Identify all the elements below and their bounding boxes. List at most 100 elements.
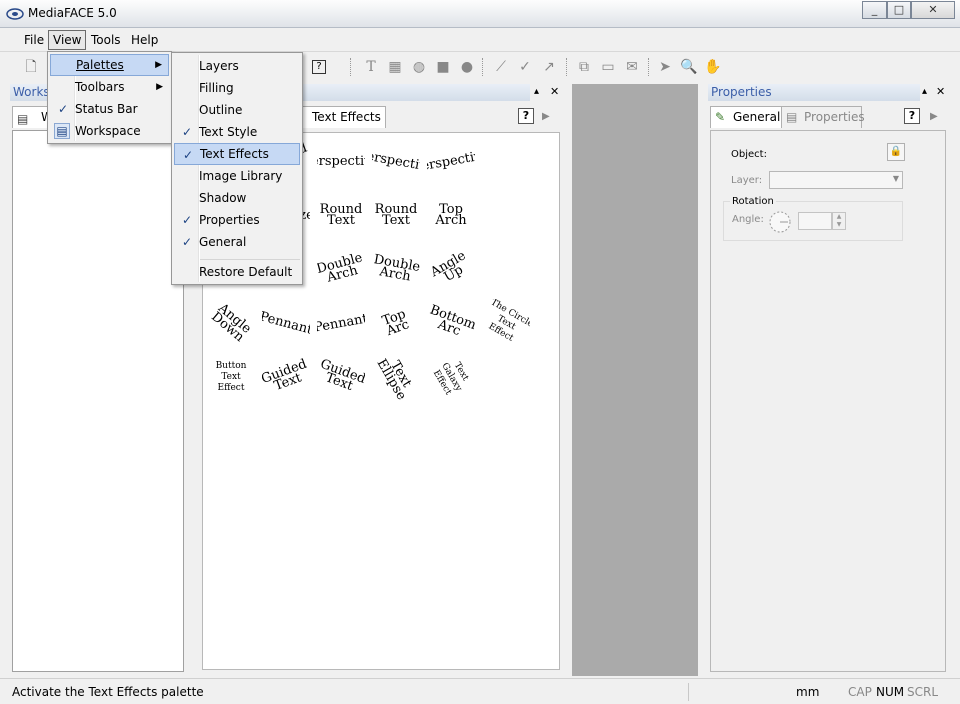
- tab-properties[interactable]: ▤ Properties: [782, 106, 865, 128]
- effect-thumbnail[interactable]: Guided Text: [262, 353, 310, 401]
- menu-item-layers[interactable]: Layers: [174, 55, 300, 77]
- effect-thumbnail[interactable]: Angle Down: [207, 299, 255, 347]
- status-divider: [688, 683, 689, 701]
- curve-tool-icon[interactable]: ✓: [516, 58, 534, 76]
- effect-thumbnail[interactable]: Pennant: [262, 299, 310, 347]
- copy-tool-icon[interactable]: ⧉: [575, 58, 593, 76]
- menu-bar: File View Tools Help: [0, 28, 960, 52]
- menu-item-general[interactable]: ✓ General: [174, 231, 300, 253]
- help-button[interactable]: ?: [904, 108, 920, 124]
- menu-tools[interactable]: Tools: [87, 32, 125, 50]
- panel-close-icon[interactable]: ✕: [936, 85, 945, 98]
- effect-thumbnail[interactable]: Double Arch: [317, 245, 365, 293]
- menu-item-filling[interactable]: Filling: [174, 77, 300, 99]
- menu-item-label: Shadow: [199, 191, 247, 205]
- effect-thumbnail[interactable]: Text Galaxy Effect: [427, 353, 475, 401]
- zoom-tool-icon[interactable]: 🔍: [680, 58, 698, 76]
- rotation-dial-icon[interactable]: [768, 210, 792, 234]
- effect-thumbnail[interactable]: Bottom Arc: [427, 299, 475, 347]
- new-document-icon[interactable]: 🗋: [22, 58, 40, 76]
- effect-label: Bottom Arc: [427, 302, 475, 340]
- layer-select[interactable]: ▼: [769, 171, 903, 189]
- effect-thumbnail[interactable]: Round Text: [317, 191, 365, 239]
- ellipse-fill-icon[interactable]: ◍: [410, 58, 428, 76]
- effect-label: Guided Text: [262, 356, 309, 394]
- design-canvas[interactable]: [572, 84, 698, 676]
- menu-item-text-effects[interactable]: ✓ Text Effects: [174, 143, 300, 165]
- workspace-tree[interactable]: [12, 130, 184, 672]
- menu-item-label: Outline: [199, 103, 243, 117]
- menu-item-toolbars[interactable]: Toolbars ▶: [50, 76, 169, 98]
- status-units: mm: [796, 685, 820, 699]
- image-insert-icon[interactable]: ▭: [599, 58, 617, 76]
- menu-item-status-bar[interactable]: ✓ Status Bar: [50, 98, 169, 120]
- properties-panel: Properties ▴ ✕ ✎ General ▤ Properties ? …: [706, 84, 950, 676]
- close-button[interactable]: ✕: [911, 1, 955, 19]
- line-tool-icon[interactable]: ⟋: [492, 58, 510, 76]
- menu-item-status-bar-label: Status Bar: [75, 102, 138, 116]
- help-icon[interactable]: ?: [312, 60, 326, 74]
- effect-thumbnail[interactable]: Perspective: [317, 137, 365, 185]
- effect-thumbnail[interactable]: Pennant: [317, 299, 365, 347]
- panel-close-icon[interactable]: ✕: [550, 85, 559, 98]
- effect-thumbnail[interactable]: The Circle Text Effect: [482, 299, 530, 347]
- menu-item-text-style[interactable]: ✓ Text Style: [174, 121, 300, 143]
- menu-item-palettes[interactable]: Palettes ▶: [50, 54, 169, 76]
- menu-item-restore-default[interactable]: Restore Default: [174, 261, 300, 283]
- tab-scroll-right-icon[interactable]: ▶: [930, 111, 938, 122]
- effect-thumbnail[interactable]: Button Text Effect: [207, 353, 255, 401]
- effect-label: Round Text: [319, 202, 363, 228]
- tab-text-effects[interactable]: Text Effects: [300, 106, 386, 128]
- effect-label: Perspective: [427, 146, 475, 176]
- menu-item-properties[interactable]: ✓ Properties: [174, 209, 300, 231]
- menu-item-workspace[interactable]: ▤ Workspace: [50, 120, 169, 142]
- menu-item-shadow[interactable]: Shadow: [174, 187, 300, 209]
- effect-thumbnail[interactable]: Guided Text: [317, 353, 365, 401]
- menu-item-label: Layers: [199, 59, 239, 73]
- effect-thumbnail[interactable]: Text Ellipse: [372, 353, 420, 401]
- effect-thumbnail[interactable]: Round Text: [372, 191, 420, 239]
- pointer-tool-icon[interactable]: ➤: [656, 58, 674, 76]
- lock-icon[interactable]: 🔒: [887, 143, 905, 161]
- submenu-arrow-icon: ▶: [156, 82, 163, 92]
- angle-input[interactable]: [798, 212, 832, 230]
- checkmark-icon: ✓: [181, 125, 193, 139]
- rectangle-tool-icon[interactable]: ■: [434, 58, 452, 76]
- palettes-submenu: Layers Filling Outline ✓ Text Style ✓ Text Eff…: [171, 52, 303, 285]
- tab-general[interactable]: ✎ General: [710, 106, 782, 128]
- menu-file[interactable]: File: [20, 32, 48, 50]
- window-title: MediaFACE 5.0: [28, 6, 117, 20]
- maximize-icon: □: [893, 3, 905, 16]
- circle-tool-icon[interactable]: ●: [458, 58, 476, 76]
- effect-thumbnail[interactable]: Angle Up: [427, 245, 475, 293]
- menu-view[interactable]: View: [48, 30, 87, 50]
- effect-thumbnail[interactable]: Perspective: [427, 137, 475, 185]
- toolbar-separator: [350, 58, 352, 76]
- text-tool-icon[interactable]: T: [362, 58, 380, 76]
- checkmark-icon: ✓: [181, 235, 193, 249]
- effect-thumbnail[interactable]: Perspective: [372, 137, 420, 185]
- effect-label: Round Text: [374, 202, 418, 228]
- minimize-button[interactable]: _: [862, 1, 887, 19]
- status-num-lock: NUM: [876, 685, 905, 699]
- tab-scroll-right-icon[interactable]: ▶: [542, 111, 550, 122]
- hand-tool-icon[interactable]: ✋: [704, 58, 722, 76]
- effect-thumbnail[interactable]: Double Arch: [372, 245, 420, 293]
- effect-thumbnail[interactable]: Top Arc: [372, 299, 420, 347]
- effect-thumbnail[interactable]: Top Arch: [427, 191, 475, 239]
- image-tool-icon[interactable]: ▦: [386, 58, 404, 76]
- menu-item-outline[interactable]: Outline: [174, 99, 300, 121]
- pin-icon[interactable]: ▴: [534, 86, 539, 97]
- menu-help[interactable]: Help: [127, 32, 162, 50]
- title-bar: MediaFACE 5.0 _ □ ✕: [0, 0, 960, 28]
- help-button[interactable]: ?: [518, 108, 534, 124]
- menu-item-workspace-label: Workspace: [75, 124, 141, 138]
- maximize-button[interactable]: □: [887, 1, 911, 19]
- stamp-tool-icon[interactable]: ✉: [623, 58, 641, 76]
- menu-item-label: General: [199, 235, 247, 249]
- angle-spinner[interactable]: ▲ ▼: [832, 212, 846, 230]
- menu-item-image-library[interactable]: Image Library: [174, 165, 300, 187]
- pin-icon[interactable]: ▴: [922, 86, 927, 97]
- bezier-tool-icon[interactable]: ↗: [540, 58, 558, 76]
- effect-label: The Circle Text Effect: [486, 299, 530, 344]
